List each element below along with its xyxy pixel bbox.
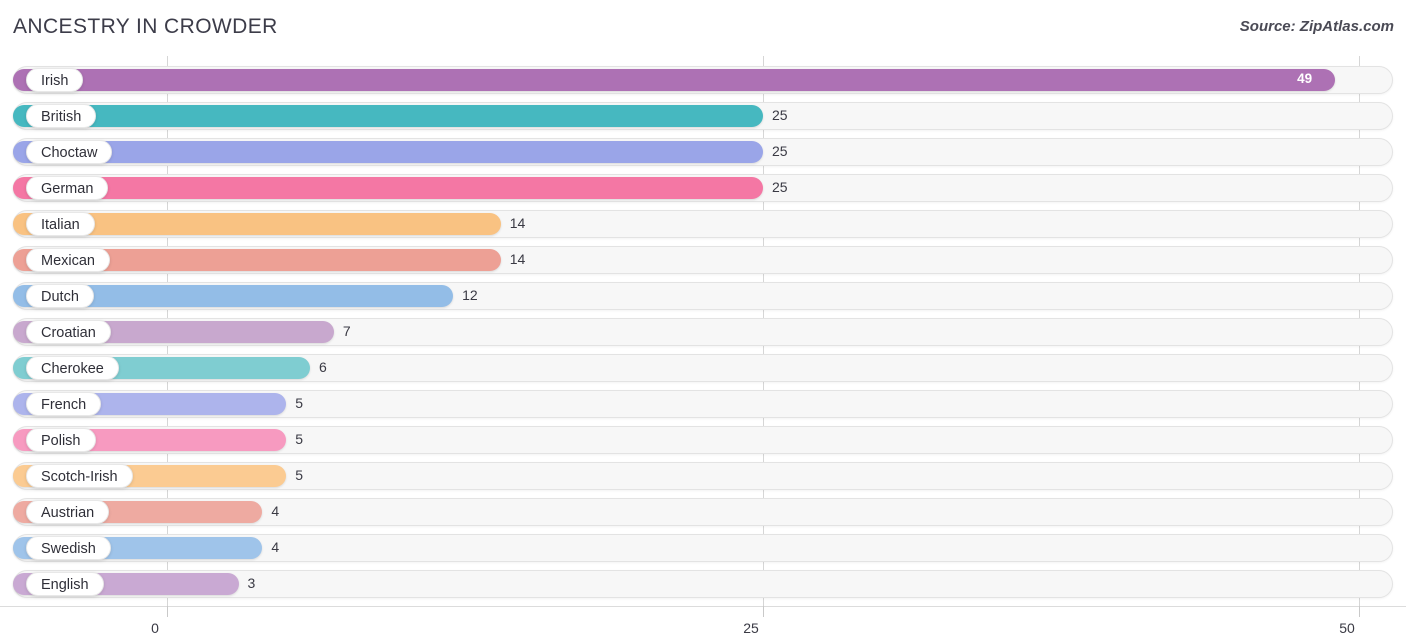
bar-row[interactable]: Austrian 4 [0, 494, 1406, 530]
axis-tick-0 [167, 606, 168, 617]
category-label-british: British [26, 104, 97, 128]
axis-tick-label: 50 [1339, 620, 1355, 636]
category-label-mexican: Mexican [26, 248, 110, 272]
category-label-italian: Italian [26, 212, 95, 236]
category-label-polish: Polish [26, 428, 96, 452]
category-label-austrian: Austrian [26, 500, 110, 524]
value-label: 5 [295, 467, 303, 483]
bar-row[interactable]: English 3 [0, 566, 1406, 602]
category-label-choctaw: Choctaw [26, 140, 113, 164]
value-label: 14 [509, 215, 526, 231]
category-label-german: German [26, 176, 109, 200]
bar-row[interactable]: Scotch-Irish 5 [0, 458, 1406, 494]
bar-rows: Irish 49 British 25 Choctaw 25 German 25 Italian… [0, 56, 1406, 606]
axis-tick-25 [763, 606, 764, 617]
category-label-swedish: Swedish [26, 536, 111, 560]
value-label: 14 [509, 251, 526, 267]
bar-row[interactable]: Cherokee 6 [0, 350, 1406, 386]
bar-row[interactable]: British 25 [0, 98, 1406, 134]
value-label: 25 [772, 107, 788, 123]
bar-row[interactable]: German 25 [0, 170, 1406, 206]
value-label: 4 [271, 503, 280, 519]
category-label-scotch-irish: Scotch-Irish [26, 464, 133, 488]
bar-row[interactable]: Mexican 14 [0, 242, 1406, 278]
value-label: 5 [295, 431, 303, 447]
category-label-dutch: Dutch [26, 284, 94, 308]
chart-plot-area: Irish 49 British 25 Choctaw 25 German 25 Italian… [0, 56, 1406, 606]
bar-row[interactable]: Irish 49 [0, 62, 1406, 98]
bar-row[interactable]: Swedish 4 [0, 530, 1406, 566]
bar-row[interactable]: Choctaw 25 [0, 134, 1406, 170]
value-label: 49 [1297, 71, 1313, 86]
page-title: ANCESTRY IN CROWDER [13, 15, 278, 38]
x-axis: 0 25 50 [0, 606, 1406, 644]
chart-header: ANCESTRY IN CROWDER Source: ZipAtlas.com [0, 0, 1406, 56]
bar-row[interactable]: Polish 5 [0, 422, 1406, 458]
bar-row[interactable]: Dutch 12 [0, 278, 1406, 314]
bar-choctaw[interactable] [13, 141, 763, 163]
value-label: 12 [462, 287, 478, 303]
value-label: 25 [772, 143, 788, 159]
axis-line [0, 606, 1406, 607]
bar-irish[interactable] [13, 69, 1336, 91]
category-label-croatian: Croatian [26, 320, 111, 344]
bar-row[interactable]: French 5 [0, 386, 1406, 422]
value-label: 5 [295, 395, 303, 411]
axis-tick-50 [1359, 606, 1360, 617]
category-label-irish: Irish [26, 68, 84, 92]
value-label: 4 [271, 539, 280, 555]
value-label: 3 [247, 575, 256, 591]
axis-tick-label: 25 [743, 620, 759, 636]
source-attribution: Source: ZipAtlas.com [1239, 18, 1394, 35]
bar-german[interactable] [13, 177, 763, 199]
axis-tick-label: 0 [151, 620, 159, 636]
bar-british[interactable] [13, 105, 763, 127]
value-label: 7 [342, 323, 351, 339]
category-label-french: French [26, 392, 102, 416]
bar-row[interactable]: Italian 14 [0, 206, 1406, 242]
value-label: 6 [319, 359, 327, 375]
bar-row[interactable]: Croatian 7 [0, 314, 1406, 350]
category-label-cherokee: Cherokee [26, 356, 119, 380]
value-label: 25 [772, 179, 788, 195]
category-label-english: English [26, 572, 104, 596]
